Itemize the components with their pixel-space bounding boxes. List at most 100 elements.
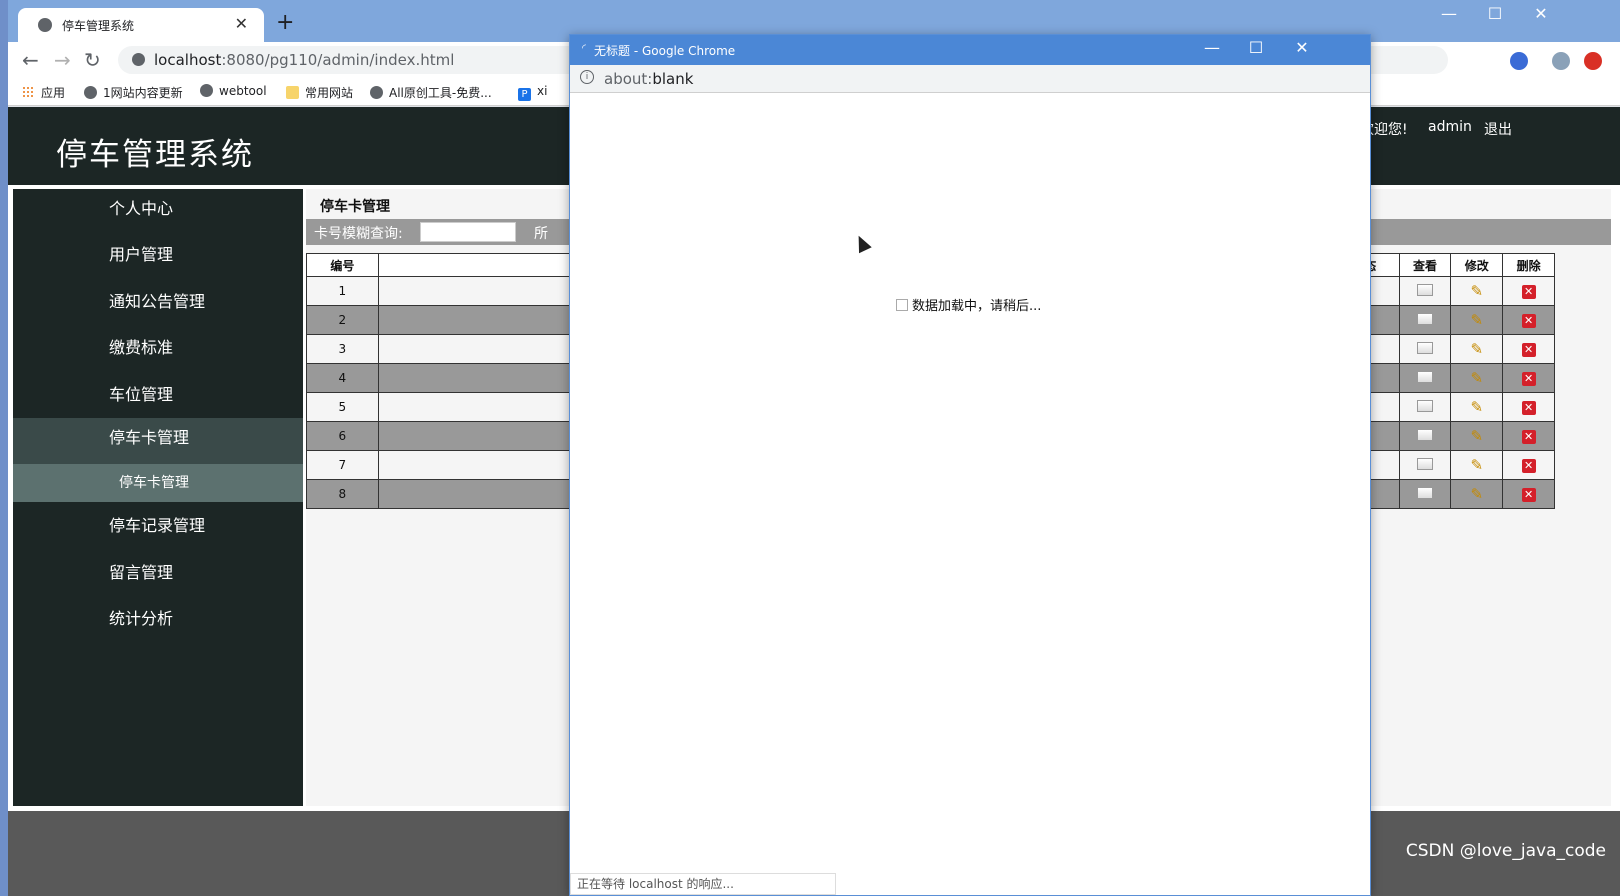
reload-icon[interactable]: ↻ — [84, 48, 101, 72]
logout-link[interactable]: 退出 — [1484, 119, 1512, 139]
extension-icon[interactable] — [1510, 52, 1528, 70]
row-edit-cell: ✎ — [1450, 363, 1504, 393]
view-icon[interactable] — [1416, 312, 1433, 325]
info-icon[interactable]: i — [580, 70, 594, 84]
delete-icon[interactable]: ✕ — [1521, 313, 1536, 328]
pencil-icon[interactable]: ✎ — [1468, 427, 1486, 445]
row-edit-cell: ✎ — [1450, 276, 1504, 306]
row-delete-cell: ✕ — [1502, 276, 1555, 306]
delete-icon[interactable]: ✕ — [1521, 487, 1536, 502]
pencil-icon[interactable]: ✎ — [1468, 311, 1486, 329]
pencil-icon[interactable]: ✎ — [1468, 398, 1486, 416]
row-edit-cell: ✎ — [1450, 334, 1504, 364]
back-icon[interactable]: ← — [22, 48, 39, 72]
popup-close-icon[interactable]: ✕ — [1280, 38, 1324, 57]
sidebar-item-messages[interactable]: 留言管理 — [13, 553, 303, 599]
sidebar-item-cards[interactable]: 停车卡管理 — [13, 418, 303, 464]
sidebar-item-notices[interactable]: 通知公告管理 — [13, 282, 303, 328]
sidebar-item-users[interactable]: 用户管理 — [13, 235, 303, 281]
bookmark-webtool[interactable]: webtool — [200, 84, 267, 98]
row-delete-cell: ✕ — [1502, 450, 1555, 480]
view-icon[interactable] — [1416, 486, 1433, 499]
delete-icon[interactable]: ✕ — [1521, 400, 1536, 415]
delete-icon[interactable]: ✕ — [1521, 458, 1536, 473]
submenu-item-cards[interactable]: 停车卡管理 — [13, 464, 303, 502]
popup-address-bar[interactable]: i about:blank — [570, 65, 1370, 93]
update-icon[interactable] — [1584, 52, 1602, 70]
tab-title: 停车管理系统 — [62, 19, 135, 33]
avatar[interactable] — [1552, 52, 1570, 70]
new-tab-icon[interactable]: + — [276, 10, 294, 35]
col-view: 查看 — [1398, 253, 1452, 277]
pencil-icon[interactable]: ✎ — [1468, 456, 1486, 474]
maximize-icon[interactable]: ☐ — [1472, 4, 1518, 23]
bookmark-1[interactable]: 1网站内容更新 — [84, 84, 183, 101]
bookmark-p[interactable]: Pxi — [518, 84, 547, 101]
view-icon[interactable] — [1416, 283, 1433, 296]
delete-icon[interactable]: ✕ — [1521, 429, 1536, 444]
delete-icon[interactable]: ✕ — [1521, 284, 1536, 299]
row-view-cell — [1398, 450, 1452, 480]
row-delete-cell: ✕ — [1502, 305, 1555, 335]
minimize-icon[interactable]: — — [1426, 4, 1472, 23]
row-edit-cell: ✎ — [1450, 392, 1504, 422]
sidebar: 个人中心 用户管理 通知公告管理 缴费标准 车位管理 停车卡管理 停车卡管理 停… — [13, 189, 303, 806]
loading-text: 数据加载中，请稍后... — [912, 299, 1042, 314]
loading-spinner-icon: ◜ — [582, 43, 586, 54]
row-id: 7 — [306, 450, 379, 480]
search-label-2: 所 — [534, 226, 548, 242]
row-delete-cell: ✕ — [1502, 363, 1555, 393]
popup-titlebar: ◜ 无标题 - Google Chrome — ☐ ✕ — [570, 35, 1370, 65]
view-icon[interactable] — [1416, 370, 1433, 383]
url-host: localhost — [154, 51, 222, 69]
popup-url: about:blank — [604, 70, 693, 88]
username: admin — [1428, 119, 1472, 135]
view-icon[interactable] — [1416, 428, 1433, 441]
row-view-cell — [1398, 363, 1452, 393]
close-window-icon[interactable]: ✕ — [1518, 4, 1564, 23]
row-edit-cell: ✎ — [1450, 450, 1504, 480]
popup-window: ◜ 无标题 - Google Chrome — ☐ ✕ i about:blan… — [569, 34, 1371, 896]
row-id: 3 — [306, 334, 379, 364]
globe-icon — [84, 86, 97, 99]
row-delete-cell: ✕ — [1502, 334, 1555, 364]
row-view-cell — [1398, 421, 1452, 451]
delete-icon[interactable]: ✕ — [1521, 371, 1536, 386]
pencil-icon[interactable]: ✎ — [1468, 282, 1486, 300]
popup-minimize-icon[interactable]: — — [1190, 38, 1234, 57]
view-icon[interactable] — [1416, 399, 1433, 412]
search-input[interactable] — [420, 222, 516, 242]
sidebar-item-records[interactable]: 停车记录管理 — [13, 506, 303, 552]
delete-icon[interactable]: ✕ — [1521, 342, 1536, 357]
page-title: 停车卡管理 — [320, 199, 390, 215]
site-info-icon[interactable] — [132, 53, 145, 66]
browser-tab[interactable]: 停车管理系统 ✕ — [18, 8, 264, 42]
sidebar-item-fees[interactable]: 缴费标准 — [13, 328, 303, 374]
pencil-icon[interactable]: ✎ — [1468, 369, 1486, 387]
p-icon: P — [518, 88, 531, 101]
sidebar-item-profile[interactable]: 个人中心 — [13, 189, 303, 235]
row-delete-cell: ✕ — [1502, 392, 1555, 422]
row-id: 6 — [306, 421, 379, 451]
bookmark-apps[interactable]: 应用 — [22, 84, 65, 101]
popup-url-scheme: about: — [604, 70, 653, 88]
row-view-cell — [1398, 305, 1452, 335]
pencil-icon[interactable]: ✎ — [1468, 340, 1486, 358]
bookmark-tools[interactable]: All原创工具-免费... — [370, 84, 492, 101]
sidebar-item-stats[interactable]: 统计分析 — [13, 599, 303, 645]
forward-icon[interactable]: → — [54, 48, 71, 72]
row-delete-cell: ✕ — [1502, 479, 1555, 509]
mouse-cursor-icon — [852, 232, 872, 254]
popup-maximize-icon[interactable]: ☐ — [1234, 38, 1278, 57]
sidebar-item-spaces[interactable]: 车位管理 — [13, 375, 303, 421]
col-id: 编号 — [306, 253, 379, 277]
view-icon[interactable] — [1416, 341, 1433, 354]
row-delete-cell: ✕ — [1502, 421, 1555, 451]
popup-title: 无标题 - Google Chrome — [594, 44, 736, 58]
bookmark-folder[interactable]: 常用网站 — [286, 84, 353, 101]
tab-close-icon[interactable]: ✕ — [235, 14, 248, 33]
view-icon[interactable] — [1416, 457, 1433, 470]
watermark: CSDN @love_java_code — [1405, 841, 1606, 861]
row-view-cell — [1398, 276, 1452, 306]
pencil-icon[interactable]: ✎ — [1468, 485, 1486, 503]
